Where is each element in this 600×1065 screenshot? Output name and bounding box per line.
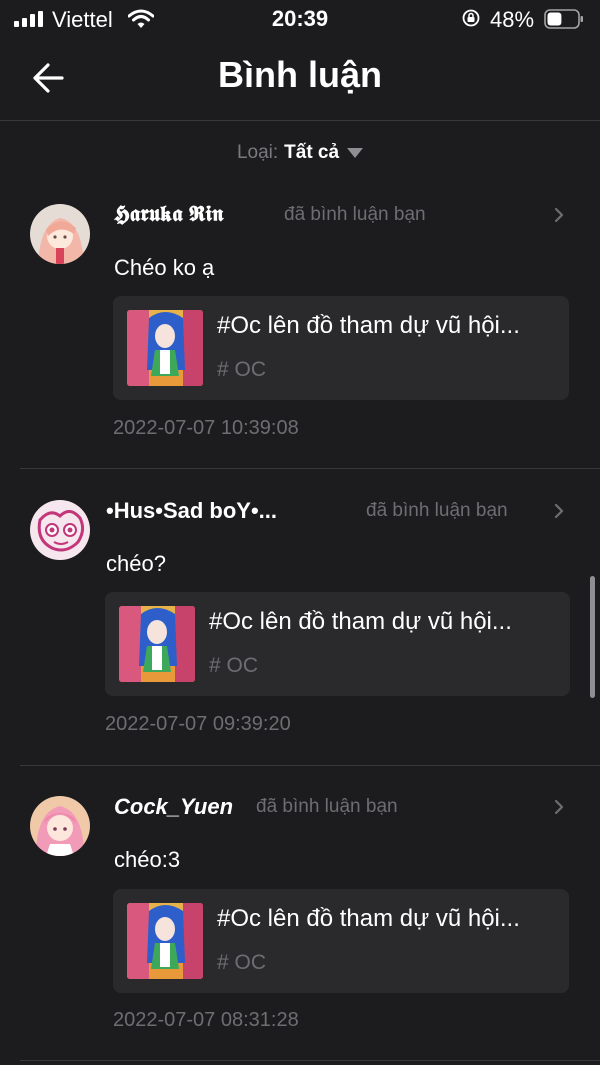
avatar[interactable] bbox=[30, 796, 90, 856]
battery-icon bbox=[544, 9, 583, 29]
chevron-right-icon[interactable] bbox=[552, 798, 566, 816]
post-thumbnail bbox=[119, 606, 195, 682]
post-tag: # OC bbox=[217, 358, 267, 381]
caret-down-icon bbox=[347, 147, 364, 158]
timestamp: 2022-07-07 10:39:08 bbox=[113, 417, 299, 439]
comment-text: chéo? bbox=[106, 551, 166, 576]
action-text: đã bình luận bạn bbox=[284, 204, 426, 225]
post-title: #Oc lên đồ tham dự vũ hội... bbox=[217, 312, 520, 339]
action-text: đã bình luận bạn bbox=[366, 500, 508, 521]
comment-text: chéo:3 bbox=[114, 847, 181, 872]
rotation-lock-icon bbox=[462, 9, 480, 27]
battery-percent: 48% bbox=[490, 7, 535, 32]
status-bar: Viettel 20:39 48% bbox=[0, 0, 600, 40]
filter-label: Loại: bbox=[236, 142, 279, 163]
filter-value: Tất cả bbox=[284, 142, 340, 163]
user-name[interactable]: 𝕳𝖆𝖗𝖚𝖐𝖆 𝕽𝖎𝖓 bbox=[114, 201, 223, 227]
comment-text: Chéo ko ạ bbox=[114, 255, 215, 280]
post-tag: # OC bbox=[217, 951, 267, 974]
action-text: đã bình luận bạn bbox=[256, 796, 398, 817]
divider bbox=[20, 1060, 600, 1061]
scrollbar[interactable] bbox=[590, 576, 595, 698]
post-title: #Oc lên đồ tham dự vũ hội... bbox=[217, 905, 520, 932]
post-card[interactable]: #Oc lên đồ tham dự vũ hội... # OC bbox=[105, 592, 570, 696]
post-card[interactable]: #Oc lên đồ tham dự vũ hội... # OC bbox=[113, 889, 569, 993]
post-thumbnail bbox=[127, 310, 203, 386]
divider bbox=[20, 765, 600, 766]
navigation-header: Bình luận bbox=[0, 40, 600, 121]
post-tag: # OC bbox=[209, 654, 259, 677]
type-filter-dropdown[interactable]: Loại: Tất cả bbox=[0, 142, 600, 164]
avatar[interactable] bbox=[30, 500, 90, 560]
user-name[interactable]: Cock_Yuen bbox=[114, 794, 233, 820]
timestamp: 2022-07-07 08:31:28 bbox=[113, 1009, 299, 1031]
timestamp: 2022-07-07 09:39:20 bbox=[105, 713, 291, 735]
post-title: #Oc lên đồ tham dự vũ hội... bbox=[209, 608, 512, 635]
chevron-right-icon[interactable] bbox=[552, 206, 566, 224]
chevron-right-icon[interactable] bbox=[552, 502, 566, 520]
page-title: Bình luận bbox=[218, 54, 382, 95]
post-card[interactable]: #Oc lên đồ tham dự vũ hội... # OC bbox=[113, 296, 569, 400]
user-name[interactable]: •Hus•Sad boY•... bbox=[106, 498, 277, 524]
avatar[interactable] bbox=[30, 204, 90, 264]
divider bbox=[20, 468, 600, 469]
post-thumbnail bbox=[127, 903, 203, 979]
